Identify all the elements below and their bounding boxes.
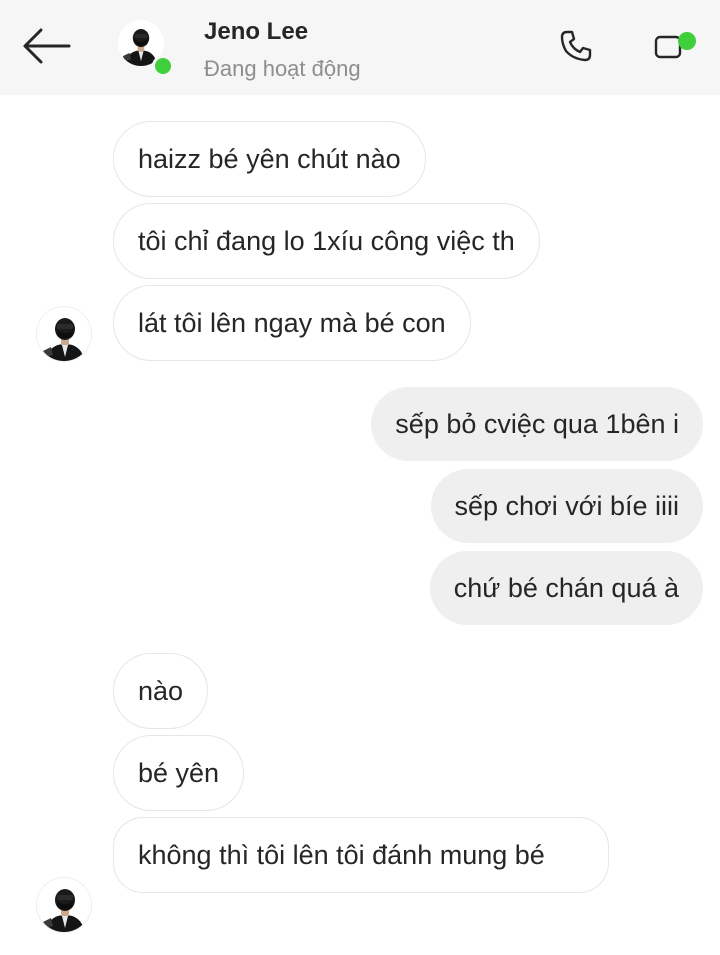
message-bubble[interactable]: haizz bé yên chút nào (113, 121, 426, 197)
back-button[interactable] (16, 24, 76, 72)
chat-header: Jeno Lee Đang hoạt động (0, 0, 720, 95)
video-notification-dot (678, 32, 696, 50)
arrow-left-icon (21, 28, 71, 69)
voice-call-button[interactable] (556, 28, 596, 68)
phone-icon (559, 29, 593, 68)
video-camera-icon (648, 35, 688, 68)
sender-avatar[interactable] (36, 877, 92, 933)
message-bubble[interactable]: sếp chơi với bíe iiii (430, 469, 703, 543)
online-status-dot (152, 55, 174, 77)
contact-name[interactable]: Jeno Lee (204, 18, 308, 46)
contact-status: Đang hoạt động (204, 56, 361, 81)
message-bubble[interactable]: bé yên (113, 735, 245, 811)
message-bubble[interactable]: sếp bỏ cviệc qua 1bên i (371, 387, 703, 461)
message-bubble[interactable]: lát tôi lên ngay mà bé con (113, 285, 471, 361)
video-call-button[interactable] (648, 28, 698, 68)
message-bubble[interactable]: không thì tôi lên tôi đánh mung bé (113, 817, 609, 893)
message-bubble[interactable]: nào (113, 653, 209, 729)
sender-avatar[interactable] (36, 306, 92, 362)
message-bubble[interactable]: chứ bé chán quá à (429, 551, 703, 625)
message-bubble[interactable]: tôi chỉ đang lo 1xíu công việc th (113, 203, 540, 279)
